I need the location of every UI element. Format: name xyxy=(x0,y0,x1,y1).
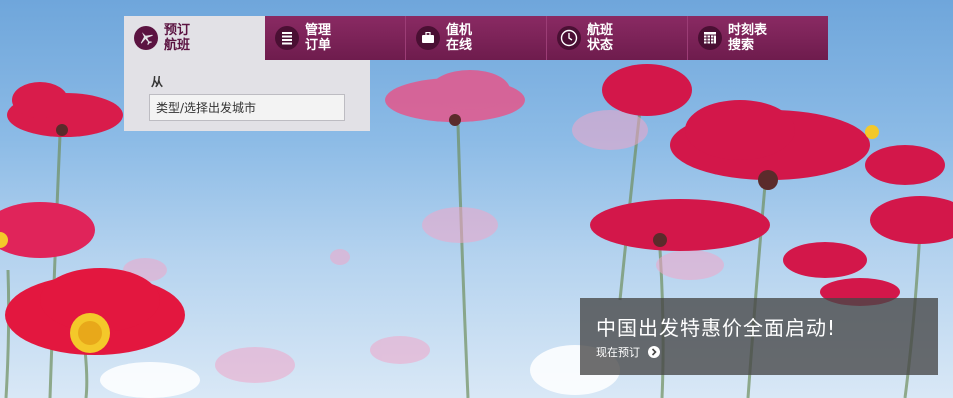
tab-book-flight[interactable]: 预订 航班 xyxy=(124,16,265,60)
tab-label-line2: 状态 xyxy=(587,38,614,53)
tab-manage-booking[interactable]: 管理 订单 xyxy=(265,16,406,60)
tab-label-line2: 航班 xyxy=(164,38,191,53)
tab-online-checkin[interactable]: 值机 在线 xyxy=(406,16,547,60)
main-nav: 预订 航班 管理 订单 值机 在线 航班 状态 时刻表 搜索 xyxy=(124,16,828,60)
list-icon xyxy=(275,26,299,50)
suitcase-icon xyxy=(416,26,440,50)
book-now-label: 现在预订 xyxy=(596,346,640,359)
tab-label-line2: 搜索 xyxy=(728,38,755,53)
tab-label-line1: 航班 xyxy=(587,23,614,38)
from-label: 从 xyxy=(151,75,164,89)
tab-flight-status[interactable]: 航班 状态 xyxy=(547,16,688,60)
tab-label-line1: 管理 xyxy=(305,23,332,38)
tab-label-line1: 预订 xyxy=(164,23,191,38)
promo-headline: 中国出发特惠价全面启动! xyxy=(596,316,837,340)
chevron-right-icon xyxy=(648,346,660,358)
departure-city-input[interactable] xyxy=(149,94,345,121)
tab-label-line1: 值机 xyxy=(446,23,473,38)
clock-icon xyxy=(557,26,581,50)
calendar-icon xyxy=(698,26,722,50)
tab-label-line2: 订单 xyxy=(305,38,332,53)
book-now-link[interactable]: 现在预订 xyxy=(596,344,660,360)
promo-banner: 中国出发特惠价全面启动! 现在预订 xyxy=(580,298,938,375)
tab-label-line1: 时刻表 xyxy=(728,23,768,38)
tab-timetable-search[interactable]: 时刻表 搜索 xyxy=(688,16,828,60)
airplane-icon xyxy=(134,26,158,50)
tab-label-line2: 在线 xyxy=(446,38,473,53)
booking-panel: 从 xyxy=(124,60,370,131)
